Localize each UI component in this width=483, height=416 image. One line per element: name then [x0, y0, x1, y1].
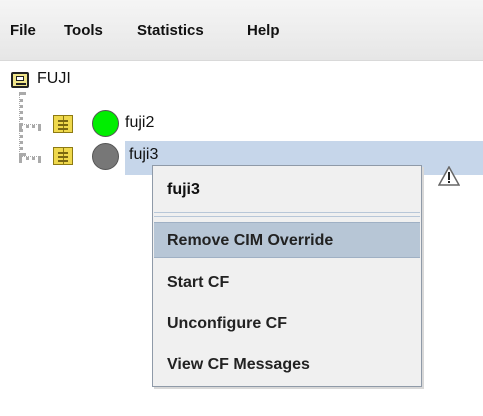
menu-file[interactable]: File — [10, 22, 36, 39]
menu-help[interactable]: Help — [247, 22, 280, 39]
cluster-icon — [11, 72, 29, 88]
menu-statistics[interactable]: Statistics — [137, 22, 204, 39]
tree-node-fuji3[interactable]: fuji3 — [129, 146, 158, 164]
view-cf-messages-item[interactable]: View CF Messages — [154, 347, 420, 383]
context-menu-separator — [154, 216, 420, 217]
node-icon — [53, 147, 73, 165]
green-status-icon — [92, 110, 119, 137]
context-menu-title: fuji3 — [154, 167, 420, 213]
start-cf-item[interactable]: Start CF — [154, 265, 420, 301]
gray-status-icon — [92, 143, 119, 170]
unconfigure-cf-item[interactable]: Unconfigure CF — [154, 306, 420, 342]
tree-node-fuji2[interactable]: fuji2 — [125, 114, 154, 132]
tree-guide-fuji3 — [19, 156, 41, 160]
menu-tools[interactable]: Tools — [64, 22, 103, 39]
remove-cim-override-item[interactable]: Remove CIM Override — [154, 222, 420, 258]
tree-guide-fuji2 — [19, 124, 41, 128]
warning-icon — [438, 166, 460, 186]
context-menu: fuji3 Remove CIM Override Start CF Uncon… — [152, 165, 422, 387]
tree-root-label[interactable]: FUJI — [37, 70, 71, 88]
node-icon — [53, 115, 73, 133]
menu-bar: File Tools Statistics Help — [0, 0, 483, 60]
